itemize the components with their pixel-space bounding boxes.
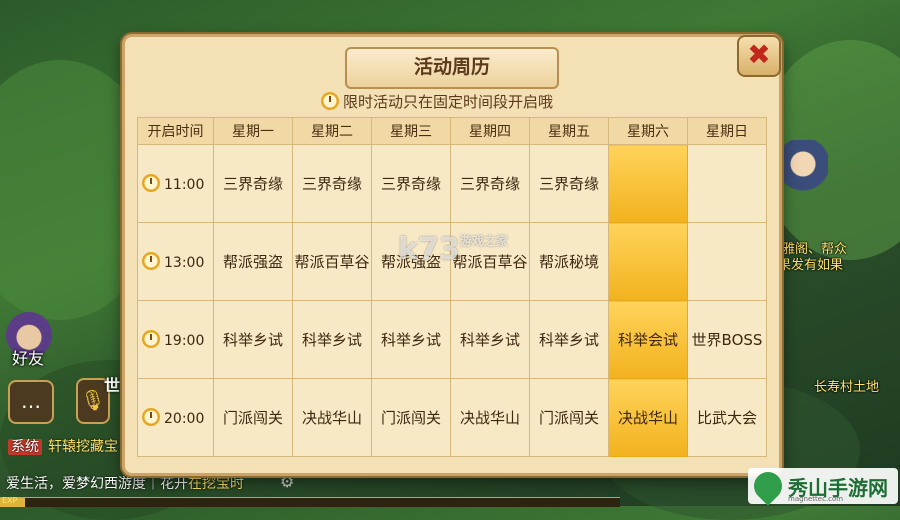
- header-cell: 星期二: [292, 117, 372, 145]
- activity-cell-highlight[interactable]: [608, 144, 688, 223]
- activity-cell[interactable]: 门派闯关: [371, 378, 451, 457]
- time-cell: 19:00: [137, 300, 214, 379]
- table-header-row: 开启时间 星期一 星期二 星期三 星期四 星期五 星期六 星期日: [137, 117, 767, 145]
- notice-text: 限时活动只在固定时间段开启哦: [321, 91, 553, 112]
- activity-cell[interactable]: 决战华山: [292, 378, 372, 457]
- watermark-sub: 游戏之家: [459, 234, 508, 248]
- activity-cell-highlight[interactable]: [608, 222, 688, 301]
- clock-icon: [142, 251, 160, 270]
- system-tag: 系统: [8, 439, 42, 455]
- leaf-logo-icon: [748, 466, 788, 506]
- activity-cell[interactable]: 三界奇缘: [450, 144, 530, 223]
- time-cell: 13:00: [137, 222, 214, 301]
- site-logo-domain: magnettec.com: [788, 495, 844, 503]
- table-row: 11:00 三界奇缘 三界奇缘 三界奇缘 三界奇缘 三界奇缘: [137, 144, 767, 223]
- activity-cell[interactable]: 三界奇缘: [213, 144, 293, 223]
- activity-cell[interactable]: 科举乡试: [213, 300, 293, 379]
- chat-text: 轩辕挖藏宝: [48, 439, 118, 455]
- header-cell: 星期六: [608, 117, 688, 145]
- table-row: 20:00 门派闯关 决战华山 门派闯关 决战华山 门派闯关 决战华山 比武大会: [137, 378, 767, 457]
- activity-cell[interactable]: 科举乡试: [371, 300, 451, 379]
- header-cell: 星期日: [687, 117, 767, 145]
- time-label: 13:00: [164, 254, 205, 271]
- chat-text: 爱生活，爱梦幻西游度｜花开: [6, 476, 188, 492]
- activity-cell[interactable]: 三界奇缘: [529, 144, 609, 223]
- activity-cell[interactable]: 三界奇缘: [292, 144, 372, 223]
- activity-cell[interactable]: 帮派强盗: [213, 222, 293, 301]
- activity-cell[interactable]: 帮派百草谷: [292, 222, 372, 301]
- table-row: 19:00 科举乡试 科举乡试 科举乡试 科举乡试 科举乡试 科举会试 世界BO…: [137, 300, 767, 379]
- schedule-table: 开启时间 星期一 星期二 星期三 星期四 星期五 星期六 星期日 11:00 三…: [137, 117, 767, 457]
- time-cell: 11:00: [137, 144, 214, 223]
- activity-cell[interactable]: 三界奇缘: [371, 144, 451, 223]
- npc-character[interactable]: [778, 140, 828, 220]
- watermark-text: k73: [398, 232, 460, 267]
- activity-cell[interactable]: 门派闯关: [529, 378, 609, 457]
- time-label: 19:00: [164, 332, 205, 349]
- activity-cell-highlight[interactable]: 科举会试: [608, 300, 688, 379]
- clock-icon: [142, 329, 160, 348]
- friends-label[interactable]: 好友: [12, 345, 44, 369]
- chat-icon[interactable]: …: [8, 380, 54, 424]
- activity-cell[interactable]: 决战华山: [450, 378, 530, 457]
- activity-cell[interactable]: 门派闯关: [213, 378, 293, 457]
- activity-cell[interactable]: [687, 144, 767, 223]
- exp-label: EXP: [2, 496, 18, 505]
- site-logo: 秀山手游网 magnettec.com: [748, 466, 898, 506]
- activity-cell[interactable]: [687, 222, 767, 301]
- chat-line[interactable]: 系统 轩辕挖藏宝: [8, 436, 118, 456]
- activity-cell[interactable]: 科举乡试: [529, 300, 609, 379]
- npc-label: 果发有如果: [778, 258, 844, 273]
- npc-label: 长寿村土地: [814, 380, 880, 395]
- activity-cell[interactable]: 世界BOSS: [687, 300, 767, 379]
- time-label: 11:00: [164, 176, 205, 193]
- activity-cell[interactable]: 比武大会: [687, 378, 767, 457]
- header-cell: 星期五: [529, 117, 609, 145]
- clock-icon: [321, 92, 339, 110]
- world-channel-label[interactable]: 世: [104, 372, 120, 396]
- header-cell: 星期一: [213, 117, 293, 145]
- header-cell: 开启时间: [137, 117, 214, 145]
- clock-icon: [142, 407, 160, 426]
- activity-cell-highlight[interactable]: 决战华山: [608, 378, 688, 457]
- close-button[interactable]: ✖: [737, 35, 781, 77]
- chat-highlight: 在挖宝时: [188, 476, 244, 492]
- time-cell: 20:00: [137, 378, 214, 457]
- watermark: k73游戏之家: [398, 232, 508, 267]
- clock-icon: [142, 173, 160, 192]
- activity-cell[interactable]: 科举乡试: [450, 300, 530, 379]
- chat-line[interactable]: 爱生活，爱梦幻西游度｜花开在挖宝时: [6, 473, 244, 493]
- activity-cell[interactable]: 科举乡试: [292, 300, 372, 379]
- notice-label: 限时活动只在固定时间段开启哦: [343, 93, 554, 111]
- time-label: 20:00: [164, 410, 205, 427]
- panel-title: 活动周历: [345, 47, 559, 89]
- header-cell: 星期四: [450, 117, 530, 145]
- header-cell: 星期三: [371, 117, 451, 145]
- activity-cell[interactable]: 帮派秘境: [529, 222, 609, 301]
